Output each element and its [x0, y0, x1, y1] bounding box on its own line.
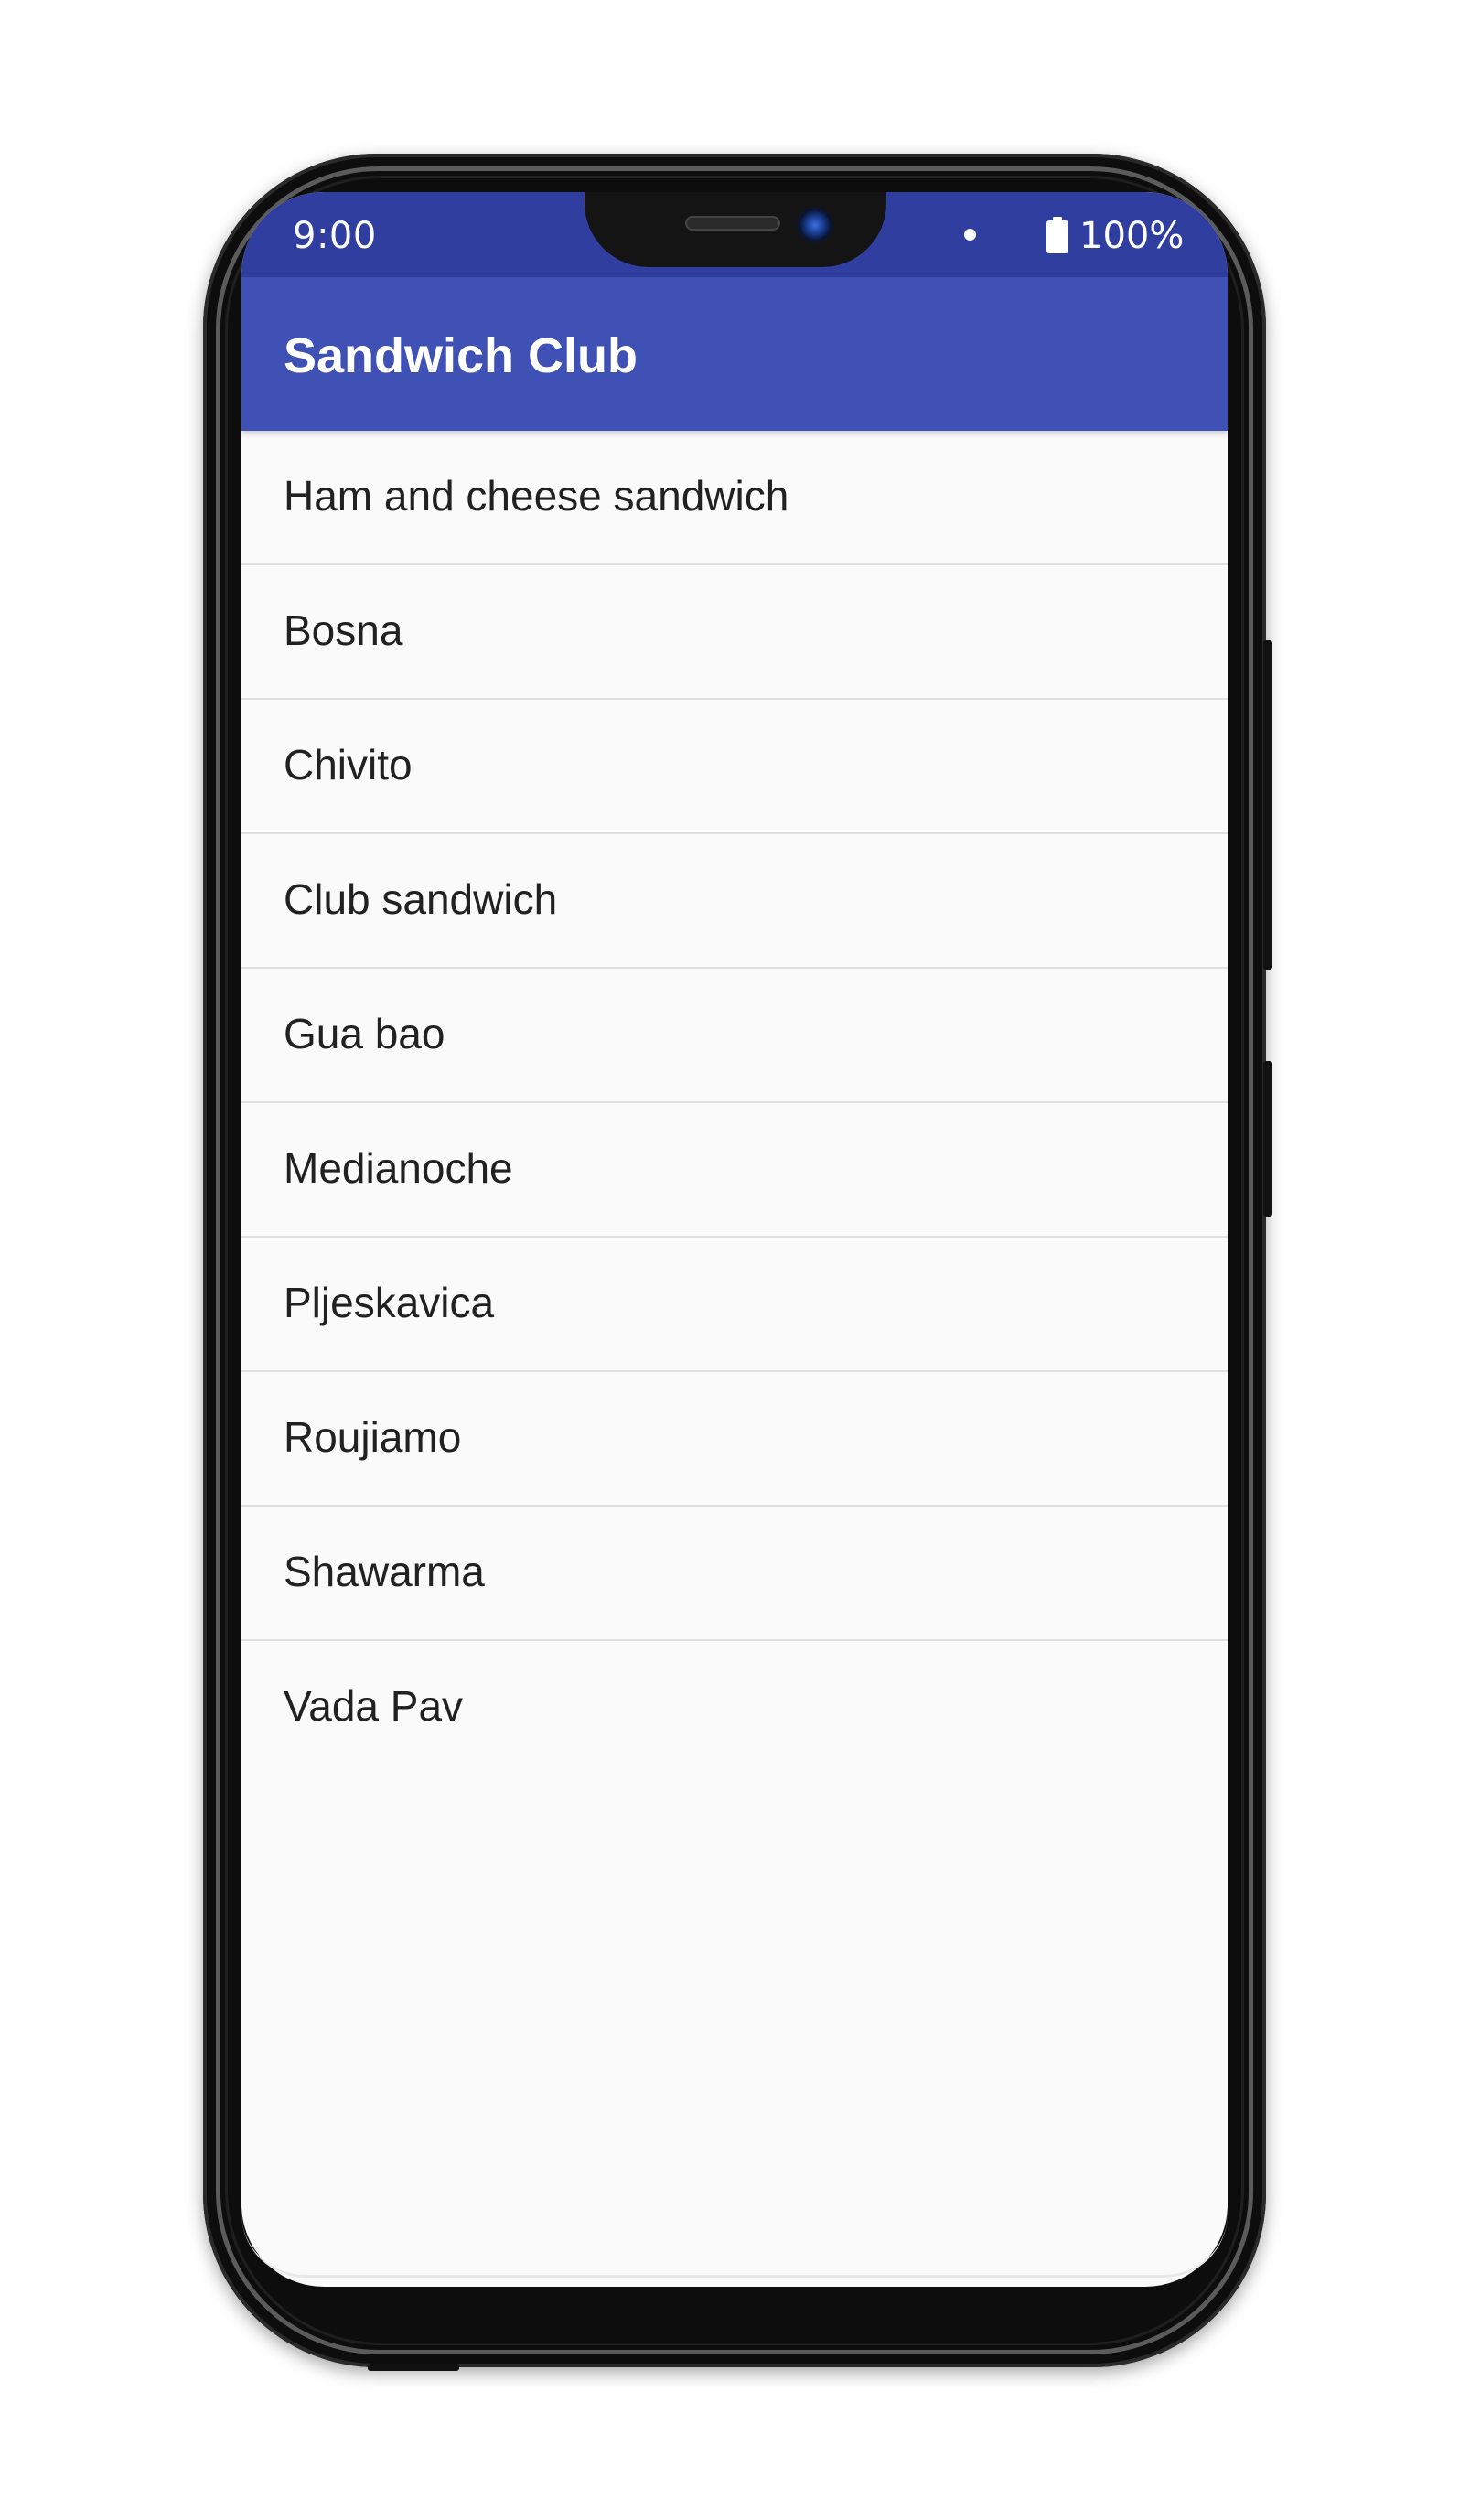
- battery-percentage: 100%: [1079, 215, 1185, 257]
- list-item[interactable]: Chivito: [241, 700, 1228, 834]
- list-item[interactable]: Club sandwich: [241, 834, 1228, 969]
- status-time: 9:00: [293, 215, 377, 257]
- list-item[interactable]: Bosna: [241, 565, 1228, 700]
- list-item-label: Medianoche: [284, 1144, 513, 1192]
- status-bar: 9:00 100%: [241, 192, 1228, 277]
- list-item-label: Club sandwich: [284, 875, 558, 923]
- list-item-label: Gua bao: [284, 1010, 445, 1057]
- sandwich-list: Ham and cheese sandwich Bosna Chivito Cl…: [241, 431, 1228, 1775]
- list-item[interactable]: Gua bao: [241, 969, 1228, 1103]
- power-button: [1263, 1061, 1272, 1217]
- list-item[interactable]: Pljeskavica: [241, 1238, 1228, 1372]
- camera-notch: [585, 192, 886, 267]
- notification-dot-icon: [964, 229, 976, 241]
- front-camera-icon: [797, 207, 833, 243]
- app-bar: Sandwich Club: [241, 277, 1228, 431]
- screen-edge-highlight: [241, 2214, 1228, 2278]
- list-item-label: Roujiamo: [284, 1413, 462, 1461]
- list-item[interactable]: Medianoche: [241, 1103, 1228, 1238]
- battery-icon: [1046, 217, 1068, 253]
- list-item-label: Vada Pav: [284, 1682, 464, 1730]
- list-item[interactable]: Shawarma: [241, 1507, 1228, 1641]
- list-item[interactable]: Vada Pav: [241, 1641, 1228, 1775]
- speaker-icon: [685, 216, 780, 231]
- list-item-label: Pljeskavica: [284, 1279, 495, 1326]
- bottom-port: [368, 2364, 459, 2371]
- device-frame: 9:00 100% Sandwich Club Ham and cheese s…: [0, 0, 1470, 2520]
- list-item-label: Shawarma: [284, 1548, 485, 1595]
- list-item-label: Bosna: [284, 606, 403, 654]
- volume-button: [1263, 640, 1272, 970]
- list-item[interactable]: Roujiamo: [241, 1372, 1228, 1507]
- list-item[interactable]: Ham and cheese sandwich: [241, 431, 1228, 565]
- list-item-label: Ham and cheese sandwich: [284, 472, 789, 520]
- list-item-label: Chivito: [284, 741, 413, 788]
- phone-screen: 9:00 100% Sandwich Club Ham and cheese s…: [241, 192, 1228, 2287]
- page-title: Sandwich Club: [284, 328, 638, 383]
